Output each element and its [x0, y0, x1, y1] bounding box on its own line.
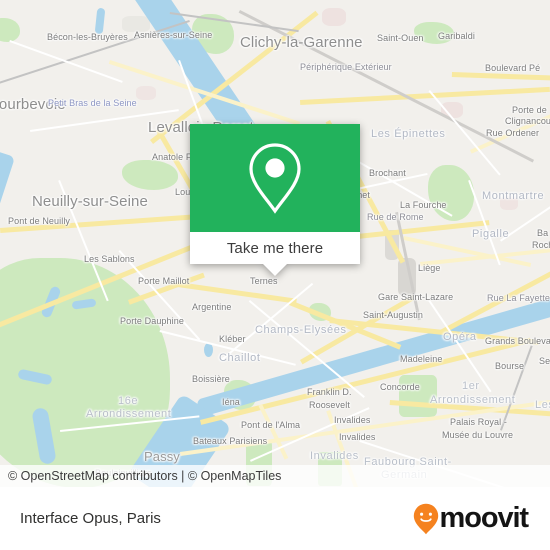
- map-label: Les H: [535, 399, 550, 411]
- map-label: Bateaux Parisiens: [193, 436, 268, 446]
- park-puteaux-green: [0, 18, 20, 42]
- map-label: Garibaldi: [438, 31, 475, 41]
- map-label: Champs-Elysées: [255, 324, 347, 336]
- map-label: Saint-Ouen: [377, 33, 424, 43]
- map-label: Montmartre: [482, 190, 545, 202]
- map-label: Liège: [418, 263, 441, 273]
- map-label: Ba: [537, 228, 549, 238]
- map-label: Asnières-sur-Seine: [134, 30, 213, 40]
- map-canvas[interactable]: Bécon-les-Bruyères Asnières-sur-Seine Clic…: [0, 0, 550, 487]
- map-label: Ser: [539, 356, 550, 366]
- moovit-smiley-pin-icon: [413, 503, 438, 534]
- map-pin-icon: [249, 143, 301, 214]
- map-label: Porte Maillot: [138, 276, 190, 286]
- map-label: Lou: [175, 187, 191, 197]
- map-label: Périphérique Extérieur: [300, 62, 392, 72]
- road-peripherique-n: [300, 86, 550, 105]
- location-title: Interface Opus, Paris: [20, 510, 161, 527]
- map-label: Les Épinettes: [371, 128, 446, 140]
- map-label: Petit Bras de la Seine: [48, 98, 137, 108]
- map-label: Boulevard Pé: [485, 63, 541, 73]
- map-label: Musée du Louvre: [442, 430, 514, 440]
- map-label: Pigalle: [472, 228, 510, 240]
- map-label: Neuilly-sur-Seine: [32, 193, 148, 210]
- map-label: Pont de Neuilly: [8, 216, 71, 226]
- map-label: 16e: [118, 395, 139, 407]
- map-label: Palais Royal -: [450, 417, 507, 427]
- map-label: Rue Ordener: [486, 128, 540, 138]
- popup-header: [190, 124, 360, 232]
- map-label: Pont de l'Alma: [241, 420, 301, 430]
- attribution-text[interactable]: © OpenStreetMap contributors | © OpenMap…: [0, 469, 281, 483]
- map-label: Porte Dauphine: [120, 316, 184, 326]
- map-label: Franklin D.: [307, 387, 352, 397]
- map-attribution-bar: © OpenStreetMap contributors | © OpenMap…: [0, 465, 550, 487]
- park-montmartre: [428, 165, 474, 221]
- map-label: La Fourche: [400, 200, 447, 210]
- map-label: Opéra: [443, 331, 477, 343]
- map-label: Brochant: [369, 168, 406, 178]
- map-label: Les Sablons: [84, 254, 135, 264]
- map-label: Clignancourt: [505, 116, 550, 126]
- map-label: Rue de Rome: [367, 212, 424, 222]
- map-label: Grands Boulevards: [485, 336, 550, 346]
- map-label: Invalides: [334, 415, 371, 425]
- map-label: Concorde: [380, 382, 420, 392]
- map-label: Kléber: [219, 334, 246, 344]
- popup-action-row[interactable]: Take me there: [190, 232, 360, 264]
- location-popup-card[interactable]: Take me there: [190, 124, 360, 276]
- map-label: Boissière: [192, 374, 230, 384]
- page-footer: Interface Opus, Paris moovit: [0, 487, 550, 550]
- park-neuilly-green: [122, 160, 178, 190]
- map-label: Invalides: [339, 432, 376, 442]
- map-label: Invalides: [310, 450, 359, 462]
- map-label: Rue La Fayette: [487, 293, 550, 303]
- moovit-map-page: Bécon-les-Bruyères Asnières-sur-Seine Clic…: [0, 0, 550, 550]
- map-label: Arrondissement: [86, 408, 172, 420]
- map-label: Roosevelt: [309, 400, 350, 410]
- road-avenue-grande-armee: [177, 282, 297, 304]
- map-label: Passy: [144, 449, 180, 464]
- moovit-wordmark: moovit: [439, 502, 530, 534]
- map-label: Anatole F: [152, 152, 192, 162]
- map-label: Saint-Augustin: [363, 310, 423, 320]
- map-label: Iéna: [222, 397, 240, 407]
- canal-levallois: [94, 7, 106, 35]
- map-label: Ternes: [250, 276, 278, 286]
- road-boulevard-peripherique-e: [451, 72, 550, 81]
- popup-pointer-tail: [263, 264, 287, 276]
- map-label: Roch: [532, 240, 550, 250]
- map-label: Madeleine: [400, 354, 443, 364]
- take-me-there-label: Take me there: [226, 239, 324, 257]
- map-label: Bécon-les-Bruyères: [47, 32, 128, 42]
- map-label: Arrondissement: [430, 394, 516, 406]
- map-label: Bourse: [495, 361, 525, 371]
- block-hospital-a: [322, 8, 346, 26]
- map-label: Argentine: [192, 302, 232, 312]
- moovit-logo[interactable]: moovit: [413, 502, 530, 535]
- map-label: Porte de: [512, 105, 547, 115]
- map-label: Clichy-la-Garenne: [240, 34, 363, 51]
- map-label: Gare Saint-Lazare: [378, 292, 454, 302]
- block-pink-ne: [136, 86, 156, 100]
- map-label: 1er: [462, 380, 480, 392]
- map-label: Chaillot: [219, 352, 261, 364]
